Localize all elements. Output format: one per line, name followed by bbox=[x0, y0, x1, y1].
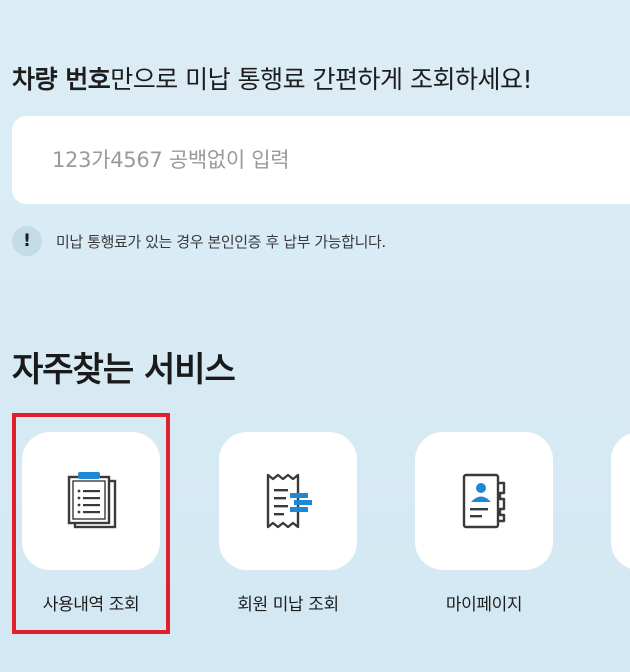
notice-text: 미납 통행료가 있는 경우 본인인증 후 납부 가능합니다. bbox=[56, 232, 386, 251]
service-usage-history[interactable]: 사용내역 조회 bbox=[22, 432, 160, 615]
service-tile[interactable] bbox=[22, 432, 160, 570]
vehicle-number-search-box[interactable] bbox=[12, 116, 630, 204]
service-next-partial[interactable] bbox=[611, 432, 630, 570]
alert-icon: ! bbox=[12, 226, 42, 256]
service-mypage[interactable]: 마이페이지 bbox=[415, 432, 553, 615]
service-tile[interactable] bbox=[415, 432, 553, 570]
service-tile[interactable] bbox=[219, 432, 357, 570]
service-member-unpaid[interactable]: 회원 미납 조회 bbox=[219, 432, 357, 615]
notice: ! 미납 통행료가 있는 경우 본인인증 후 납부 가능합니다. bbox=[12, 226, 386, 256]
service-label[interactable]: 마이페이지 bbox=[395, 590, 573, 615]
service-label[interactable]: 회원 미납 조회 bbox=[199, 590, 377, 615]
headline-bold: 차량 번호 bbox=[12, 65, 111, 94]
profile-card-icon bbox=[462, 473, 506, 529]
headline: 차량 번호만으로 미납 통행료 간편하게 조회하세요! bbox=[12, 60, 533, 96]
headline-rest: 만으로 미납 통행료 간편하게 조회하세요! bbox=[110, 65, 533, 94]
section-title: 자주찾는 서비스 bbox=[12, 350, 236, 390]
service-tile[interactable] bbox=[611, 432, 630, 570]
service-label[interactable]: 사용내역 조회 bbox=[2, 590, 180, 615]
vehicle-number-input[interactable] bbox=[50, 147, 614, 173]
receipt-icon bbox=[266, 473, 312, 529]
clipboard-list-icon bbox=[67, 472, 117, 529]
